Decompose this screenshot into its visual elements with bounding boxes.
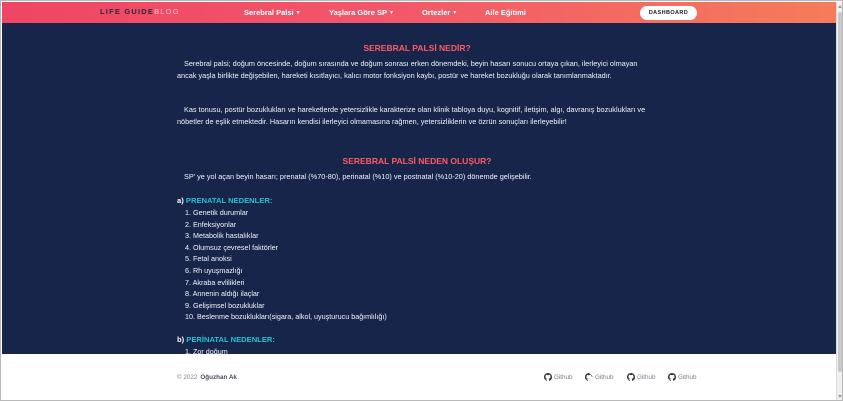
- github-link-3[interactable]: Github: [627, 373, 656, 381]
- list-item: 1. Genetik durumlar: [185, 208, 249, 217]
- github-link-1[interactable]: Github: [544, 373, 573, 381]
- nav-item-label: Serebral Palsi: [244, 8, 294, 17]
- list-item: 6. Rh uyuşmazlığı: [185, 265, 243, 275]
- site-logo[interactable]: LIFE GUIDEBLOG: [100, 7, 180, 16]
- paragraph-causes-intro: SP' ye yol açan beyin hasarı; prenatal (…: [184, 172, 532, 181]
- nav-item-ortezler[interactable]: Ortezler ▼: [422, 8, 457, 17]
- browser-viewport: LIFE GUIDEBLOG Serebral Palsi ▼ Yaşlara G…: [0, 0, 843, 401]
- logo-main-text: LIFE GUIDE: [100, 7, 155, 16]
- paragraph-definition: Serebral palsi; doğum öncesinde, doğum s…: [177, 59, 638, 80]
- caret-down-icon: ▼: [452, 10, 458, 16]
- github-icon: [585, 373, 593, 381]
- github-link-2[interactable]: Github: [585, 373, 614, 381]
- scrollbar-thumb[interactable]: [838, 12, 842, 372]
- prenatal-list: 1. Genetik durumlar 2. Enfeksiyonlar 3. …: [185, 207, 387, 323]
- list-item: 7. Akraba evlilikleri: [185, 277, 245, 287]
- nav-item-label: Ortezler: [422, 8, 451, 17]
- list-item: 8. Annenin aldığı ilaçlar: [185, 289, 260, 299]
- list-item: 2. Enfeksiyonlar: [185, 219, 237, 229]
- list-item: 9. Gelişimsel bozukluklar: [185, 300, 265, 310]
- main-content: SEREBRAL PALSİ NEDİR? Serebral palsi; do…: [2, 23, 836, 354]
- caret-down-icon: ▼: [295, 10, 301, 16]
- author-name: Oğuzhan Ak: [200, 374, 237, 381]
- copyright-year: © 2022: [177, 374, 198, 381]
- section-heading-neden: SEREBRAL PALSİ NEDEN OLUŞUR?: [342, 156, 492, 166]
- list-item: 5. Fetal anoksi: [185, 254, 232, 264]
- list-item: 10. Beslenme bozuklukları(sigara, alkol,…: [185, 312, 387, 322]
- github-link-label: Github: [554, 373, 573, 381]
- list-prefix: a): [177, 196, 184, 205]
- list-item: 1. Zor doğum: [185, 347, 228, 354]
- github-link-4[interactable]: Github: [668, 373, 697, 381]
- nav-item-label: Aile Eğitimi: [485, 8, 526, 17]
- list-item: 4. Olumsuz çevresel faktörler: [185, 242, 279, 252]
- github-icon: [627, 373, 635, 381]
- perinatal-title: PERİNATAL NEDENLER:: [186, 335, 275, 344]
- github-link-label: Github: [637, 373, 656, 381]
- paragraph-clinical: Kas tonusu, postür bozuklukları ve harek…: [177, 105, 646, 126]
- subheading-perinatal: b) PERİNATAL NEDENLER:: [177, 335, 275, 344]
- section-heading-nedir: SEREBRAL PALSİ NEDİR?: [363, 43, 471, 53]
- list-prefix: b): [177, 335, 185, 344]
- scroll-down-arrow-icon[interactable]: [838, 395, 842, 398]
- list-item: 3. Metabolik hastalıklar: [185, 231, 259, 241]
- top-navbar: LIFE GUIDEBLOG Serebral Palsi ▼ Yaşlara G…: [2, 2, 836, 23]
- vertical-scrollbar[interactable]: [836, 2, 842, 400]
- github-icon: [668, 373, 676, 381]
- nav-item-label: Yaşlara Göre SP: [329, 8, 387, 17]
- github-link-label: Github: [678, 373, 697, 381]
- caret-down-icon: ▼: [388, 10, 394, 16]
- dashboard-button[interactable]: DASHBOARD: [640, 6, 697, 20]
- nav-item-yaslara-gore-sp[interactable]: Yaşlara Göre SP ▼: [329, 8, 394, 17]
- copyright-text: © 2022 Oğuzhan Ak: [177, 374, 237, 381]
- github-link-label: Github: [595, 373, 614, 381]
- nav-item-aile-egitimi[interactable]: Aile Eğitimi: [485, 8, 526, 17]
- perinatal-list: 1. Zor doğum: [185, 346, 228, 354]
- prenatal-title: PRENATAL NEDENLER:: [185, 196, 273, 205]
- site-footer: © 2022 Oğuzhan Ak Github Github Github Gi…: [2, 354, 836, 400]
- scroll-up-arrow-icon[interactable]: [838, 5, 842, 8]
- github-icon: [544, 373, 552, 381]
- logo-accent-text: BLOG: [154, 7, 180, 16]
- nav-item-serebral-palsi[interactable]: Serebral Palsi ▼: [244, 8, 301, 17]
- subheading-prenatal: a) PRENATAL NEDENLER:: [177, 196, 272, 205]
